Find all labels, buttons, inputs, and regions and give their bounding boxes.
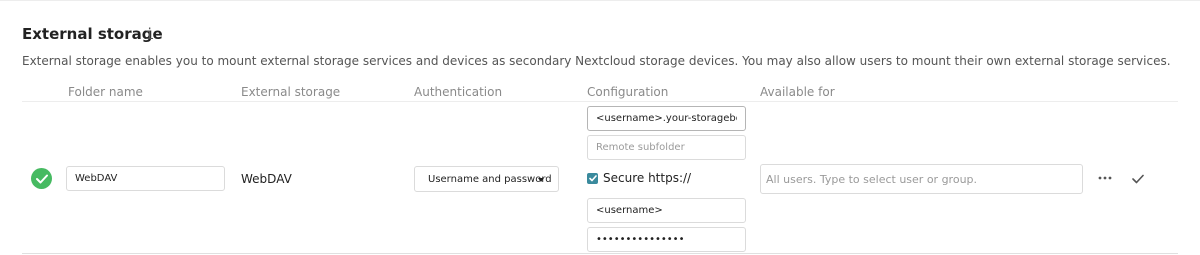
section-title: External storage	[22, 25, 163, 43]
column-header-authentication: Authentication	[414, 85, 503, 99]
info-icon[interactable]: i	[145, 25, 154, 43]
column-header-available-for: Available for	[760, 85, 835, 99]
folder-name-input[interactable]	[66, 166, 225, 191]
header-divider	[22, 101, 1178, 102]
row-divider	[22, 253, 1178, 254]
section-description: External storage enables you to mount ex…	[22, 54, 1171, 68]
authentication-select[interactable]: Username and password	[414, 166, 559, 192]
column-header-configuration: Configuration	[587, 85, 669, 99]
top-divider	[0, 0, 1200, 1]
external-storage-label: WebDAV	[241, 172, 292, 186]
column-header-external-storage: External storage	[241, 85, 341, 99]
checkmark-icon[interactable]	[1130, 171, 1146, 187]
available-for-input[interactable]	[760, 164, 1083, 194]
password-input[interactable]	[587, 227, 746, 252]
username-input[interactable]	[587, 198, 746, 223]
authentication-selected-value: Username and password	[428, 173, 552, 185]
host-input[interactable]	[587, 106, 746, 131]
remote-subfolder-input[interactable]	[587, 135, 746, 160]
secure-https-checkbox[interactable]	[587, 172, 598, 184]
column-header-folder-name: Folder name	[68, 85, 143, 99]
secure-https-checkbox-row[interactable]: Secure https://	[587, 171, 691, 185]
caret-down-icon	[538, 178, 544, 182]
check-circle-icon	[31, 168, 52, 189]
more-horizontal-icon[interactable]	[1097, 170, 1113, 186]
secure-https-label: Secure https://	[603, 171, 692, 185]
